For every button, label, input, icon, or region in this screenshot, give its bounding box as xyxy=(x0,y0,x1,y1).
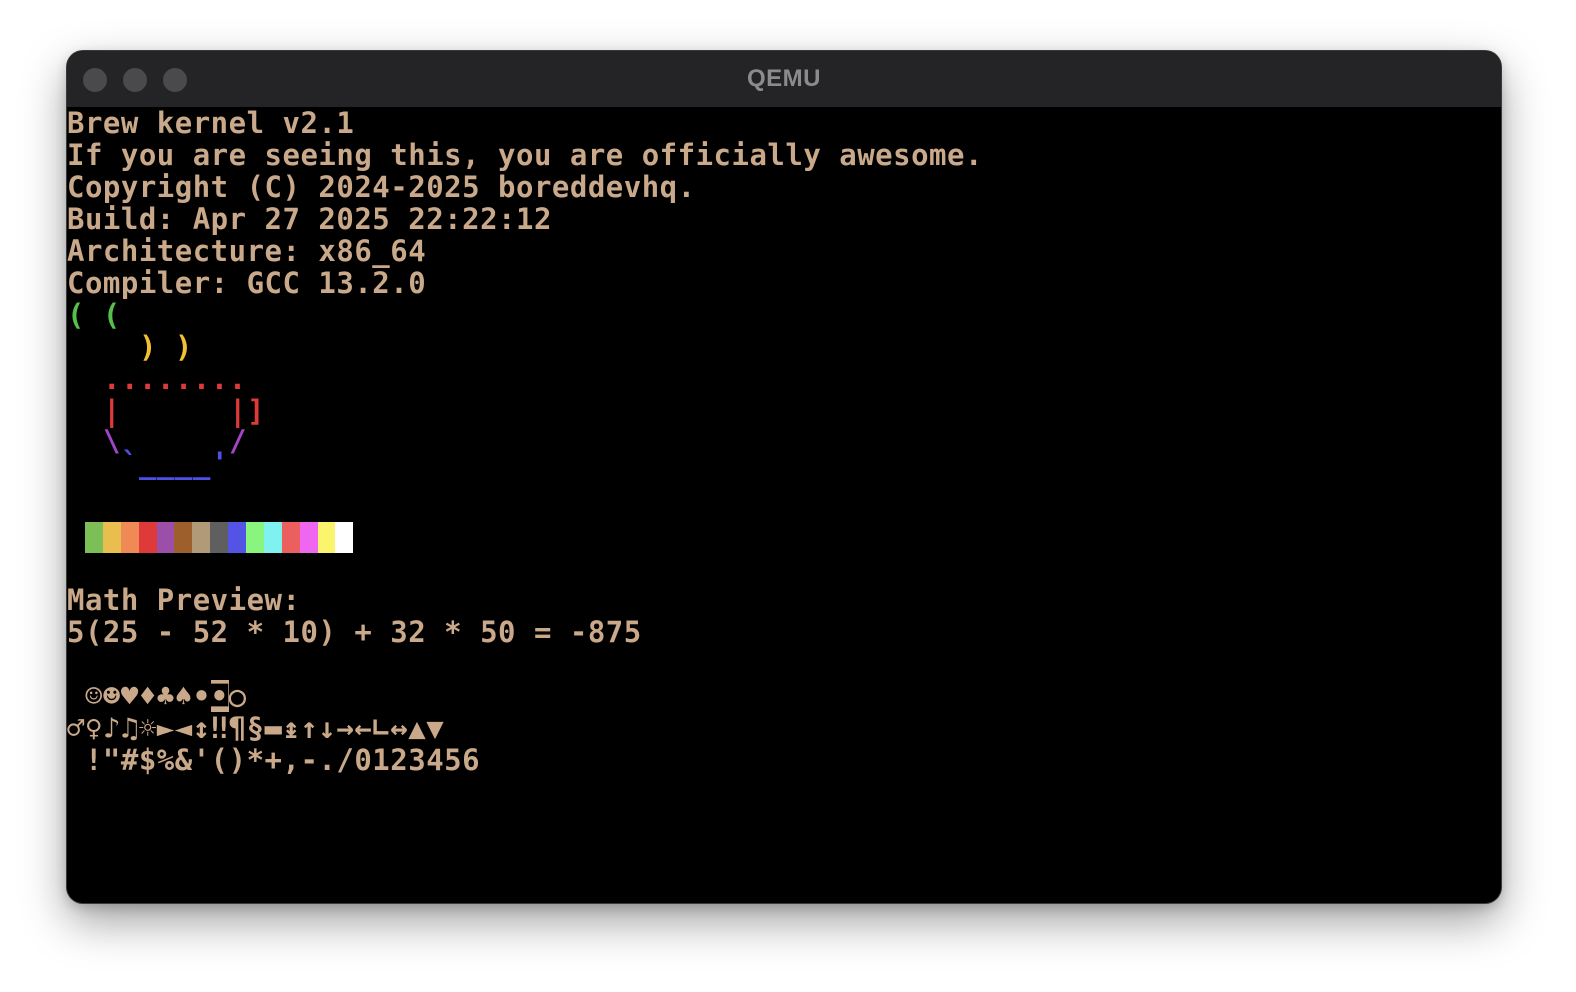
charset-row-3: !"#$%&'()*+,-./0123456 xyxy=(67,743,481,777)
banner-line: If you are seeing this, you are official… xyxy=(67,138,983,172)
banner-line: Copyright (C) 2024-2025 boreddevhq. xyxy=(67,170,696,204)
logo-steam-yellow: ) ) xyxy=(139,330,193,364)
logo-steam-green: ( ( xyxy=(67,298,121,332)
charset-row-2: ♂♀♪♫☼►◄↕‼¶§▬↨↑↓→←∟↔▲▼ xyxy=(67,711,445,745)
qemu-window: QEMU Brew kernel v2.1 If you are seeing … xyxy=(67,51,1501,903)
logo-cup-wall-left: | xyxy=(103,394,121,428)
banner-line: Compiler: GCC 13.2.0 xyxy=(67,266,427,300)
logo-cup-base-left: ` xyxy=(121,446,139,480)
palette-swatch xyxy=(120,522,139,553)
palette-swatch xyxy=(156,522,175,553)
charset-inverse-bullet: ◘ xyxy=(210,679,229,713)
charset-row-1: ☺☻♥♦♣♠•◘○ xyxy=(67,680,247,712)
color-palette xyxy=(85,522,354,553)
palette-swatch xyxy=(85,522,103,553)
window-title: QEMU xyxy=(747,65,821,92)
charset-row-1-a: ☺☻♥♦♣♠• xyxy=(67,679,211,713)
palette-swatch xyxy=(192,522,211,553)
palette-swatch xyxy=(210,522,229,553)
palette-swatch xyxy=(335,522,354,553)
palette-swatch xyxy=(281,522,300,553)
palette-swatch xyxy=(174,522,193,553)
palette-swatch xyxy=(102,522,121,553)
logo-cup-side-right: / xyxy=(229,424,247,458)
banner-line: Brew kernel v2.1 xyxy=(67,106,355,140)
palette-swatch xyxy=(246,522,264,553)
math-expression: 5(25 - 52 * 10) + 32 * 50 = -875 xyxy=(67,615,642,649)
logo-cup-rim: ........ xyxy=(103,362,247,396)
palette-swatch xyxy=(299,522,318,553)
math-heading: Math Preview: xyxy=(67,583,301,617)
logo-cup-handle: ] xyxy=(247,394,265,428)
logo-cup-base: ____ xyxy=(139,446,211,480)
palette-swatch xyxy=(228,522,247,553)
palette-swatch xyxy=(263,522,282,553)
terminal-screen[interactable]: Brew kernel v2.1 If you are seeing this,… xyxy=(67,107,1501,903)
banner-line: Architecture: x86_64 xyxy=(67,234,427,268)
title-bar[interactable]: QEMU xyxy=(67,51,1501,107)
logo-cup-wall-right: | xyxy=(229,394,247,428)
logo-cup-base-right: ' xyxy=(211,446,229,480)
charset-row-1-b: ○ xyxy=(228,679,247,713)
banner-line: Build: Apr 27 2025 22:22:12 xyxy=(67,202,552,236)
palette-swatch xyxy=(138,522,157,553)
palette-swatch xyxy=(317,522,336,553)
logo-cup-side-left: \ xyxy=(103,424,121,458)
